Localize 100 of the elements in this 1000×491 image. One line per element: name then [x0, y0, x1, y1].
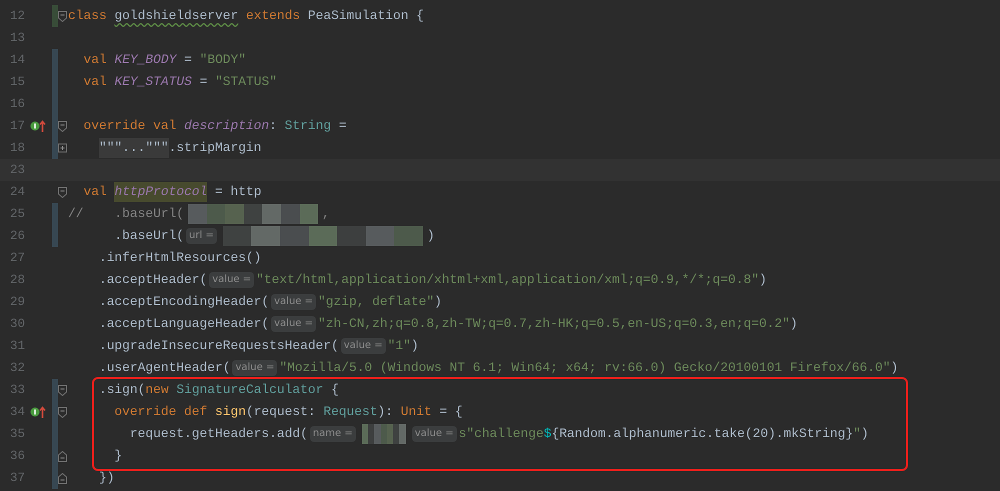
fold-icon[interactable] [58, 10, 67, 22]
comment-text: , [322, 205, 330, 224]
line-number: 31 [9, 338, 26, 355]
expand-icon[interactable] [58, 142, 67, 154]
string-literal: " [853, 425, 861, 444]
code-text: = [184, 51, 192, 70]
field-name: KEY_STATUS [114, 73, 192, 92]
code-text: ) [410, 337, 419, 356]
parameter-hint: url = [186, 228, 217, 244]
line-number: 18 [9, 140, 26, 157]
keyword: class [68, 7, 107, 26]
code-text: ) [758, 271, 767, 290]
string-literal: "zh-CN,zh;q=0.8,zh-TW;q=0.7,zh-HK;q=0.5,en-US;q=0.3,en;q=0.2" [318, 315, 790, 334]
fold-icon[interactable] [58, 186, 67, 198]
parameter-hint: value = [340, 338, 386, 354]
blurred-area [362, 424, 406, 444]
keyword: val [83, 183, 107, 202]
code-text: request.getHeaders.add( [130, 425, 308, 444]
code-text: .userAgentHeader( [98, 359, 230, 378]
line-number: 28 [9, 272, 26, 289]
keyword: extends [246, 7, 300, 26]
string-literal: "gzip, deflate" [318, 293, 434, 312]
line-number: 33 [9, 382, 26, 399]
code-text: ) [790, 315, 798, 334]
code-text: ) [890, 359, 898, 378]
line-number: 34 [9, 404, 26, 421]
keyword: override def [114, 403, 208, 422]
parameter-hint: value = [271, 316, 316, 332]
parameter-hint: value = [209, 272, 254, 288]
field-name: KEY_BODY [114, 51, 176, 70]
line-number: 30 [9, 316, 26, 333]
code-text: PeaSimulation { [308, 7, 424, 26]
code-text: = { [439, 403, 463, 422]
parameter-hint: value = [412, 426, 457, 442]
field-name: description [184, 117, 270, 136]
code-text: .acceptHeader( [98, 271, 208, 290]
template-sign: $ [544, 425, 552, 444]
string-literal: "text/html,application/xhtml+xml,application/xml;q=0.9,*/*;q=0.8" [256, 271, 759, 290]
code-text: ): [377, 403, 393, 422]
code-text: } [114, 447, 122, 466]
folded-text: """...""" [98, 138, 169, 158]
line-number: 13 [9, 30, 26, 47]
code-text: = http [215, 183, 262, 202]
line-number: 17 [9, 118, 26, 135]
code-text: {Random.alphanumeric.take(20).mkString} [551, 425, 854, 444]
line-number: 25 [9, 206, 26, 223]
code-text: : [269, 117, 277, 136]
line-number: 29 [9, 294, 26, 311]
fold-icon[interactable] [58, 472, 67, 484]
parameter-hint: value = [271, 294, 316, 310]
line-number: 37 [9, 470, 26, 487]
line-number: 35 [9, 426, 26, 443]
line-number: 12 [9, 8, 26, 25]
keyword: Unit [400, 403, 432, 422]
code-text: .sign( [98, 381, 146, 400]
code-text: = [338, 117, 347, 136]
code-text: { [331, 381, 339, 400]
line-number: 24 [9, 184, 26, 201]
keyword: val [83, 51, 107, 70]
line-number: 16 [9, 96, 26, 113]
line-number: 15 [9, 74, 26, 91]
code-text: = [200, 73, 208, 92]
line-number: 32 [9, 360, 26, 377]
override-icon[interactable] [30, 406, 46, 418]
fold-icon[interactable] [58, 120, 67, 132]
field-name: httpProtocol [114, 182, 208, 202]
line-number: 26 [9, 228, 26, 245]
keyword: override val [83, 117, 176, 136]
fold-icon[interactable] [58, 450, 67, 462]
override-icon[interactable] [30, 120, 46, 132]
fold-icon[interactable] [58, 406, 67, 418]
method-name: sign [215, 403, 246, 422]
parameter-hint: name = [310, 426, 356, 442]
code-text: .inferHtmlResources() [98, 249, 262, 268]
code-text: .acceptLanguageHeader( [98, 315, 270, 334]
type-name: String [284, 117, 332, 136]
line-number: 36 [9, 448, 26, 465]
string-literal: "Mozilla/5.0 (Windows NT 6.1; Win64; x64; rv:66.0) Gecko/20100101 Firefox/66.0" [279, 359, 890, 378]
string-literal: s"challenge [458, 425, 544, 444]
string-literal: "BODY" [200, 51, 246, 70]
code-text: .baseUrl( [114, 227, 184, 246]
code-text: (request: [246, 403, 316, 422]
string-literal: "1" [388, 337, 411, 356]
code-text: ) [426, 227, 435, 246]
code-text: .acceptEncodingHeader( [98, 293, 270, 312]
line-number: 27 [9, 250, 26, 267]
code-text: ) [434, 293, 442, 312]
line-number: 14 [9, 52, 26, 69]
code-text: ) [860, 425, 869, 444]
code-text: goldshieldserver [114, 7, 238, 26]
type-name: Request [323, 403, 378, 422]
code-text: .upgradeInsecureRequestsHeader( [98, 337, 339, 356]
fold-icon[interactable] [58, 384, 67, 396]
comment-text: // .baseUrl( [68, 205, 184, 224]
code-text: .stripMargin [168, 139, 262, 158]
code-text: }) [98, 469, 114, 488]
string-literal: "STATUS" [215, 73, 277, 92]
keyword: val [83, 73, 107, 92]
type-name: SignatureCalculator [176, 381, 324, 400]
parameter-hint: value = [232, 360, 278, 376]
